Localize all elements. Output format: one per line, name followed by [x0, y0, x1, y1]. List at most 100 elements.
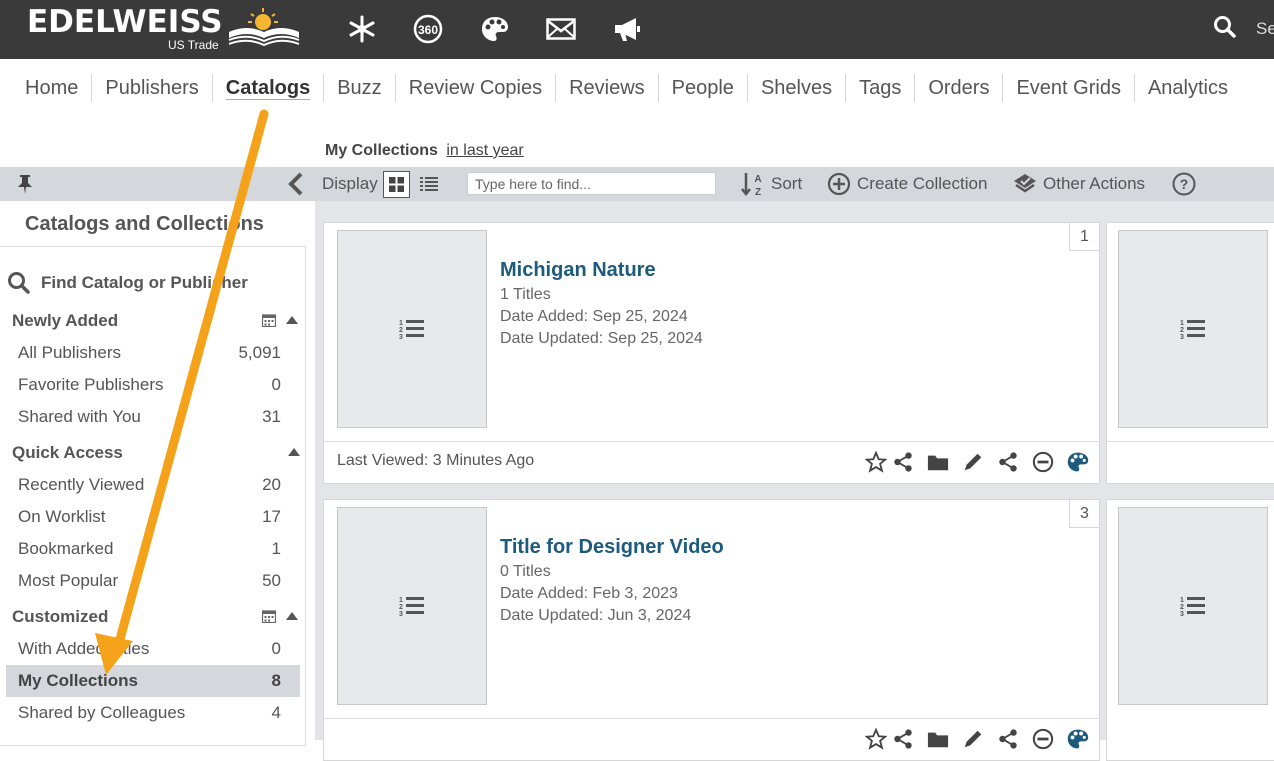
pin-icon[interactable] — [16, 167, 34, 201]
snowflake-icon[interactable] — [345, 12, 379, 46]
collection-card[interactable]: 123 Title for Designer Video 0 Titles Da… — [323, 499, 1100, 761]
section-heading-customized: Customized — [12, 607, 109, 626]
edelweiss-logo[interactable]: EDELWEISS US Trade — [27, 4, 300, 52]
nav-analytics[interactable]: Analytics — [1133, 74, 1241, 102]
sidebar-item-shared-with-you[interactable]: Shared with You 31 — [6, 401, 300, 433]
nav-event-grids[interactable]: Event Grids — [1002, 74, 1133, 102]
folder-icon[interactable] — [925, 727, 950, 751]
share-icon[interactable] — [995, 727, 1020, 751]
star-icon[interactable] — [863, 727, 888, 751]
numbered-list-icon: 123 — [399, 320, 424, 340]
share-icon[interactable] — [890, 450, 915, 474]
360-icon[interactable]: 360 — [411, 12, 445, 46]
search-label[interactable]: Se — [1256, 19, 1274, 39]
remove-circle-icon[interactable] — [1030, 727, 1055, 751]
palette-icon[interactable] — [1065, 727, 1090, 751]
sidebar-item-favorite-publishers[interactable]: Favorite Publishers 0 — [6, 369, 300, 401]
svg-text:3: 3 — [1180, 334, 1184, 340]
collection-card[interactable]: 123 — [1106, 499, 1274, 761]
other-actions-button[interactable]: Other Actions — [1013, 167, 1145, 201]
calendar-icon[interactable] — [262, 313, 276, 327]
collection-date-added: Date Added: Feb 3, 2023 — [500, 585, 678, 602]
nav-orders[interactable]: Orders — [914, 74, 1002, 102]
palette-icon[interactable] — [1065, 450, 1090, 474]
sidebar-item-count: 50 — [262, 571, 281, 590]
other-actions-label: Other Actions — [1043, 174, 1146, 193]
collection-title-count: 1 Titles — [500, 286, 551, 303]
collapse-up-icon[interactable] — [286, 315, 298, 325]
nav-review-copies[interactable]: Review Copies — [394, 74, 555, 102]
collection-thumbnail[interactable]: 123 — [1118, 230, 1268, 428]
collection-thumbnail[interactable]: 123 — [337, 507, 487, 705]
svg-text:2: 2 — [399, 604, 403, 611]
card-footer — [324, 718, 1099, 758]
sidebar-item-label: Most Popular — [18, 571, 119, 590]
collapse-chevron-icon[interactable] — [286, 167, 306, 201]
collection-thumbnail[interactable]: 123 — [1118, 507, 1268, 705]
nav-tags[interactable]: Tags — [845, 74, 914, 102]
sidebar-item-count: 20 — [262, 475, 281, 494]
nav-people[interactable]: People — [657, 74, 747, 102]
nav-catalogs-label: Catalogs — [225, 77, 311, 100]
sort-label: Sort — [771, 174, 803, 193]
collection-title-link[interactable]: Michigan Nature — [500, 259, 656, 282]
svg-text:1: 1 — [399, 597, 403, 604]
pencil-icon[interactable] — [960, 450, 985, 474]
calendar-icon[interactable] — [262, 609, 276, 623]
star-icon[interactable] — [863, 450, 888, 474]
display-toggle: Display — [322, 167, 438, 201]
sidebar-item-label: My Collections — [18, 671, 138, 690]
remove-circle-icon[interactable] — [1030, 450, 1055, 474]
card-footer: Last Viewed: 3 Minutes Ago — [324, 441, 1099, 481]
nav-catalogs[interactable]: Catalogs — [211, 74, 323, 102]
svg-text:?: ? — [1180, 176, 1189, 192]
svg-text:A: A — [754, 174, 761, 185]
nav-reviews[interactable]: Reviews — [555, 74, 658, 102]
sidebar-item-count: 0 — [271, 375, 281, 394]
share-icon[interactable] — [995, 450, 1020, 474]
sidebar-item-all-publishers[interactable]: All Publishers 5,091 — [6, 337, 300, 369]
sidebar-item-with-added-titles[interactable]: With Added Titles 0 — [6, 633, 300, 665]
collection-card[interactable]: 123 Michigan Nature 1 Titles Date Added:… — [323, 222, 1100, 484]
share-icon[interactable] — [890, 727, 915, 751]
collection-number-badge: 3 — [1069, 499, 1100, 528]
find-catalog-button[interactable]: Find Catalog or Publisher — [7, 271, 248, 295]
sidebar-item-label: On Worklist — [18, 507, 106, 526]
sidebar-item-most-popular[interactable]: Most Popular 50 — [6, 565, 300, 597]
megaphone-icon[interactable] — [610, 12, 644, 46]
mail-icon[interactable] — [544, 12, 578, 46]
collection-title-link[interactable]: Title for Designer Video — [500, 536, 724, 559]
collapse-up-icon[interactable] — [286, 611, 298, 621]
collection-card[interactable]: 123 — [1106, 222, 1274, 484]
sidebar-item-shared-by-colleagues[interactable]: Shared by Colleagues 4 — [6, 697, 300, 729]
search-icon — [8, 272, 30, 294]
folder-icon[interactable] — [925, 450, 950, 474]
find-catalog-label: Find Catalog or Publisher — [41, 273, 248, 292]
help-icon[interactable]: ? — [1172, 167, 1196, 201]
sidebar-item-bookmarked[interactable]: Bookmarked 1 — [6, 533, 300, 565]
collapse-up-icon[interactable] — [288, 447, 300, 457]
time-filter-link[interactable]: in last year — [446, 142, 523, 159]
create-collection-button[interactable]: Create Collection — [827, 167, 987, 201]
sidebar-item-my-collections[interactable]: My Collections 8 — [6, 665, 300, 697]
sidebar-item-on-worklist[interactable]: On Worklist 17 — [6, 501, 300, 533]
plus-circle-icon — [827, 172, 851, 196]
sidebar-item-count: 17 — [262, 507, 281, 526]
section-heading-quick-access: Quick Access — [12, 443, 123, 462]
palette-icon[interactable] — [478, 12, 512, 46]
list-view-icon[interactable] — [419, 176, 438, 192]
sidebar-item-recently-viewed[interactable]: Recently Viewed 20 — [6, 469, 300, 501]
last-viewed-text: Last Viewed: 3 Minutes Ago — [337, 452, 535, 469]
sidebar-item-count: 8 — [271, 671, 281, 690]
collection-thumbnail[interactable]: 123 — [337, 230, 487, 428]
pencil-icon[interactable] — [960, 727, 985, 751]
sort-button[interactable]: A Z Sort — [741, 167, 802, 201]
nav-shelves[interactable]: Shelves — [746, 74, 845, 102]
search-icon[interactable] — [1213, 15, 1237, 44]
nav-buzz[interactable]: Buzz — [323, 74, 394, 102]
grid-view-icon[interactable] — [382, 170, 410, 198]
find-input[interactable] — [467, 172, 716, 195]
nav-home[interactable]: Home — [12, 74, 91, 102]
nav-publishers[interactable]: Publishers — [91, 74, 211, 102]
sidebar-item-count: 0 — [271, 639, 281, 658]
